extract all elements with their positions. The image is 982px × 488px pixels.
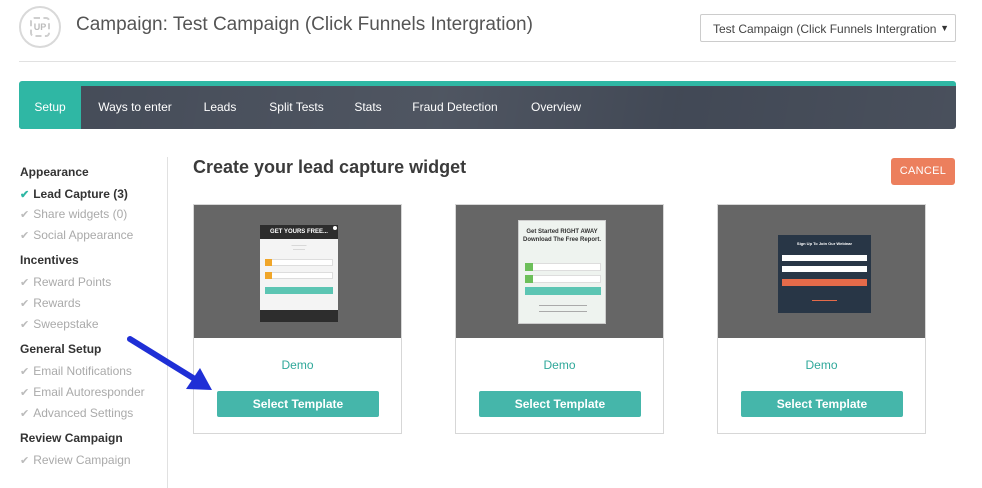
sidebar-item-social-appearance[interactable]: ✔ Social Appearance bbox=[20, 228, 133, 242]
check-icon: ✔ bbox=[20, 209, 30, 221]
preview-field bbox=[265, 259, 333, 266]
select-template-button[interactable]: Select Template bbox=[217, 391, 379, 417]
logo-mark: UP bbox=[30, 17, 50, 37]
check-icon: ✔ bbox=[20, 189, 30, 201]
demo-link[interactable]: Demo bbox=[194, 358, 401, 372]
sidebar-item-label: Advanced Settings bbox=[33, 406, 134, 420]
app-logo[interactable]: UP bbox=[19, 6, 61, 48]
sidebar-heading-review-campaign: Review Campaign bbox=[20, 431, 123, 445]
sidebar-item-label: Rewards bbox=[33, 296, 81, 310]
sidebar-item-share-widgets[interactable]: ✔ Share widgets (0) bbox=[20, 207, 127, 221]
campaign-select-value: Test Campaign (Click Funnels Intergratio… bbox=[713, 22, 937, 36]
sidebar-item-review-campaign[interactable]: ✔ Review Campaign bbox=[20, 453, 131, 467]
sidebar-item-rewards[interactable]: ✔ Rewards bbox=[20, 296, 81, 310]
preview-text: ————— ———— bbox=[291, 243, 307, 251]
sidebar-item-advanced-settings[interactable]: ✔ Advanced Settings bbox=[20, 406, 133, 420]
sidebar-item-lead-capture[interactable]: ✔ Lead Capture (3) bbox=[20, 187, 128, 201]
sidebar-item-label: Lead Capture (3) bbox=[33, 187, 128, 201]
main-title: Create your lead capture widget bbox=[193, 157, 467, 177]
page-title: Campaign: Test Campaign (Click Funnels I… bbox=[76, 14, 533, 35]
preview-field bbox=[782, 255, 867, 261]
template-preview[interactable]: GET YOURS FREE... ————— ———— bbox=[194, 205, 401, 338]
preview-field bbox=[782, 266, 867, 272]
demo-link[interactable]: Demo bbox=[456, 358, 663, 372]
sidebar-item-label: Email Notifications bbox=[33, 364, 132, 378]
preview-button bbox=[525, 287, 601, 295]
preview-heading: Get Started RIGHT AWAY Download The Free… bbox=[522, 229, 601, 243]
sidebar-item-label: Reward Points bbox=[33, 275, 112, 289]
sidebar-heading-incentives: Incentives bbox=[20, 253, 79, 267]
check-icon: ✔ bbox=[20, 298, 30, 310]
check-icon: ✔ bbox=[20, 319, 30, 331]
sidebar-item-sweepstake[interactable]: ✔ Sweepstake bbox=[20, 317, 99, 331]
preview-field bbox=[265, 272, 333, 279]
template-preview[interactable]: Get Started RIGHT AWAY Download The Free… bbox=[456, 205, 663, 338]
widget-preview-image: Get Started RIGHT AWAY Download The Free… bbox=[518, 220, 606, 324]
widget-preview-image: Sign Up To Join Our Webinar bbox=[778, 235, 871, 313]
template-preview[interactable]: Sign Up To Join Our Webinar bbox=[718, 205, 925, 338]
preview-field bbox=[525, 263, 601, 271]
select-template-button[interactable]: Select Template bbox=[741, 391, 903, 417]
tab-fraud-detection[interactable]: Fraud Detection bbox=[405, 86, 505, 129]
sidebar-heading-general-setup: General Setup bbox=[20, 342, 102, 356]
check-icon: ✔ bbox=[20, 366, 30, 378]
preview-button bbox=[265, 287, 333, 294]
check-icon: ✔ bbox=[20, 455, 30, 467]
preview-heading: GET YOURS FREE... bbox=[260, 225, 338, 239]
preview-line bbox=[539, 305, 587, 306]
preview-footer bbox=[260, 310, 338, 322]
sidebar-item-reward-points[interactable]: ✔ Reward Points bbox=[20, 275, 111, 289]
template-card: Sign Up To Join Our Webinar Demo Select … bbox=[717, 204, 926, 434]
tab-ways-to-enter[interactable]: Ways to enter bbox=[87, 86, 183, 129]
check-icon: ✔ bbox=[20, 408, 30, 420]
tab-split-tests[interactable]: Split Tests bbox=[259, 86, 334, 129]
sidebar-divider bbox=[167, 157, 168, 488]
widget-preview-image: GET YOURS FREE... ————— ———— bbox=[260, 225, 338, 322]
tab-stats[interactable]: Stats bbox=[347, 86, 389, 129]
cancel-button[interactable]: CANCEL bbox=[891, 158, 955, 185]
template-card: Get Started RIGHT AWAY Download The Free… bbox=[455, 204, 664, 434]
sidebar-item-label: Review Campaign bbox=[33, 453, 131, 467]
tab-leads[interactable]: Leads bbox=[195, 86, 245, 129]
close-icon bbox=[333, 226, 337, 230]
preview-line bbox=[539, 311, 587, 312]
template-card: GET YOURS FREE... ————— ———— Demo Select … bbox=[193, 204, 402, 434]
check-icon: ✔ bbox=[20, 230, 30, 242]
preview-heading: Sign Up To Join Our Webinar bbox=[796, 241, 853, 246]
check-icon: ✔ bbox=[20, 277, 30, 289]
select-template-button[interactable]: Select Template bbox=[479, 391, 641, 417]
sidebar-item-label: Share widgets (0) bbox=[33, 207, 128, 221]
preview-field bbox=[525, 275, 601, 283]
preview-line bbox=[812, 300, 837, 301]
preview-button bbox=[782, 279, 867, 286]
sidebar-item-label: Social Appearance bbox=[33, 228, 134, 242]
caret-down-icon: ▼ bbox=[940, 23, 949, 33]
pointer-arrow-icon bbox=[127, 336, 212, 390]
sidebar-item-email-notifications[interactable]: ✔ Email Notifications bbox=[20, 364, 132, 378]
tab-setup[interactable]: Setup bbox=[19, 86, 81, 129]
check-icon: ✔ bbox=[20, 387, 30, 399]
tab-overview[interactable]: Overview bbox=[523, 86, 589, 129]
sidebar-item-label: Sweepstake bbox=[33, 317, 99, 331]
sidebar-heading-appearance: Appearance bbox=[20, 165, 89, 179]
campaign-select[interactable]: Test Campaign (Click Funnels Intergratio… bbox=[700, 14, 956, 42]
tab-bar: Setup Ways to enter Leads Split Tests St… bbox=[19, 81, 956, 129]
header-divider bbox=[19, 61, 956, 62]
demo-link[interactable]: Demo bbox=[718, 358, 925, 372]
